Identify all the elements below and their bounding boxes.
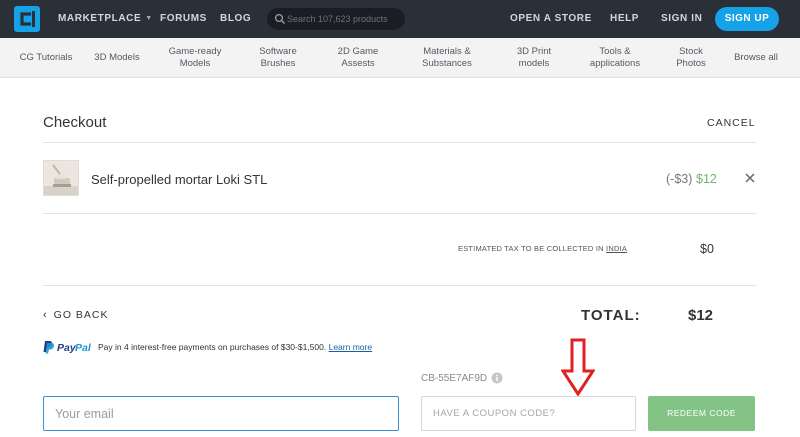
- tax-label: ESTIMATED TAX TO BE COLLECTED IN INDIA: [458, 244, 627, 253]
- divider: [43, 142, 756, 143]
- category-line-2: Photos: [676, 58, 706, 69]
- category-2d-game-assets[interactable]: 2D Game Assests: [338, 38, 379, 78]
- page-title: Checkout: [43, 114, 107, 131]
- redeem-code-button[interactable]: REDEEM CODE: [648, 396, 755, 431]
- category-line-1: Software: [259, 46, 297, 57]
- category-browse-all[interactable]: Browse all: [734, 38, 778, 78]
- category-bar: CG Tutorials 3D Models Game-ready Models …: [0, 38, 800, 78]
- category-line-1: 3D Models: [94, 52, 140, 63]
- logo-icon[interactable]: [14, 6, 40, 32]
- chevron-left-icon: ‹: [43, 309, 48, 321]
- category-line-1: CG Tutorials: [19, 52, 73, 63]
- search-input[interactable]: [287, 11, 401, 27]
- coupon-code-label: CB-55E7AF9D: [421, 373, 488, 384]
- total-value: $12: [688, 307, 714, 324]
- category-line-1: Materials &: [423, 46, 471, 57]
- category-line-2: Substances: [422, 58, 472, 69]
- search-box[interactable]: [267, 8, 405, 30]
- info-icon[interactable]: [491, 372, 503, 384]
- product-price: $12: [696, 172, 717, 186]
- category-line-2: Brushes: [260, 58, 296, 69]
- sign-up-button[interactable]: SIGN UP: [715, 7, 779, 31]
- nav-sign-in[interactable]: SIGN IN: [661, 13, 702, 24]
- category-cg-tutorials[interactable]: CG Tutorials: [20, 38, 73, 78]
- go-back-label: GO BACK: [53, 309, 109, 321]
- divider: [43, 285, 756, 286]
- close-icon[interactable]: [744, 172, 756, 184]
- category-line-1: Tools &: [599, 46, 631, 57]
- product-thumbnail[interactable]: [43, 160, 79, 196]
- category-line-1: 3D Print: [516, 46, 552, 57]
- category-materials-substances[interactable]: Materials & Substances: [422, 38, 472, 78]
- category-3d-print-models[interactable]: 3D Print models: [517, 38, 551, 78]
- product-discount: (-$3): [666, 172, 693, 186]
- category-line-2: models: [518, 58, 550, 69]
- category-line-1: Stock: [679, 46, 703, 57]
- product-name[interactable]: Self-propelled mortar Loki STL: [91, 172, 267, 187]
- email-field[interactable]: [43, 396, 399, 431]
- category-3d-models[interactable]: 3D Models: [94, 38, 139, 78]
- paypal-message: Pay in 4 interest-free payments on purch…: [98, 342, 372, 352]
- category-line-2: Models: [179, 58, 211, 69]
- nav-blog[interactable]: BLOG: [220, 13, 251, 24]
- svg-text:Pay: Pay: [57, 342, 77, 354]
- coupon-input[interactable]: [421, 396, 636, 431]
- divider: [43, 213, 756, 214]
- nav-marketplace-label: MARKETPLACE: [58, 13, 142, 24]
- category-line-1: Browse all: [734, 52, 778, 63]
- category-software-brushes[interactable]: Software Brushes: [259, 38, 297, 78]
- red-down-arrow: [561, 338, 595, 396]
- top-navigation: MARKETPLACE▼ FORUMS BLOG OPEN A STORE HE…: [0, 0, 800, 38]
- nav-help[interactable]: HELP: [610, 13, 639, 24]
- tax-value: $0: [700, 242, 714, 256]
- total-label: TOTAL:: [581, 307, 641, 324]
- chevron-down-icon: ▼: [145, 15, 153, 22]
- paypal-message-text: Pay in 4 interest-free payments on purch…: [98, 342, 327, 352]
- category-tools-applications[interactable]: Tools & applications: [590, 38, 640, 78]
- tax-country-link[interactable]: INDIA: [606, 244, 627, 253]
- category-line-2: Assests: [341, 58, 375, 69]
- nav-marketplace[interactable]: MARKETPLACE ▼: [58, 13, 153, 24]
- category-line-1: Game-ready: [168, 46, 222, 57]
- paypal-logo: Pay Pal: [43, 341, 92, 354]
- category-stock-photos[interactable]: Stock Photos: [676, 38, 706, 78]
- nav-open-a-store[interactable]: OPEN A STORE: [510, 13, 592, 24]
- category-game-ready-models[interactable]: Game-ready Models: [169, 38, 222, 78]
- svg-text:Pal: Pal: [75, 342, 92, 354]
- nav-forums[interactable]: FORUMS: [160, 13, 207, 24]
- learn-more-link[interactable]: Learn more: [329, 342, 372, 352]
- search-icon: [274, 13, 285, 24]
- go-back-link[interactable]: ‹ GO BACK: [43, 309, 109, 321]
- category-line-2: applications: [589, 58, 641, 69]
- cancel-link[interactable]: CANCEL: [707, 117, 756, 129]
- category-line-1: 2D Game: [337, 46, 379, 57]
- tax-label-text: ESTIMATED TAX TO BE COLLECTED IN: [458, 244, 604, 253]
